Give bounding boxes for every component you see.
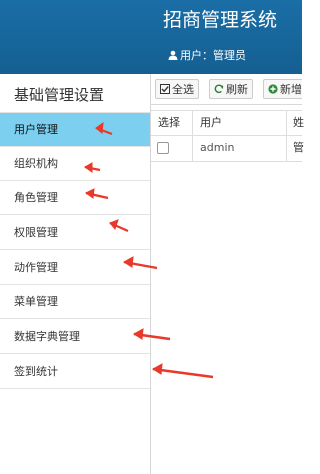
sidebar-item-label: 角色管理 — [14, 191, 58, 204]
row-name-cell: 管 — [293, 141, 304, 154]
column-header-name[interactable]: 姓 — [293, 111, 304, 135]
sidebar: 基础管理设置 用户管理 组织机构 角色管理 权限管理 动作管理 菜单管理 数据字… — [0, 74, 151, 474]
add-button[interactable]: 新增 — [263, 79, 302, 99]
sidebar-item-label: 组织机构 — [14, 157, 58, 170]
sidebar-item-label: 用户管理 — [14, 123, 58, 136]
sidebar-item-menu-management[interactable]: 菜单管理 — [0, 285, 150, 319]
select-all-button[interactable]: 全选 — [155, 79, 199, 99]
table-header: 选择 用户 姓 — [151, 110, 304, 136]
sidebar-title: 基础管理设置 — [0, 74, 150, 113]
plus-circle-icon — [268, 84, 278, 94]
table-row[interactable]: admin 管 — [151, 135, 304, 162]
sidebar-item-permission-management[interactable]: 权限管理 — [0, 216, 150, 250]
row-user-cell: admin — [200, 141, 235, 154]
toolbar: 全选 刷新 新增 — [151, 74, 302, 105]
add-label: 新增 — [280, 83, 302, 96]
checkbox-icon — [160, 84, 170, 94]
sidebar-item-user-management[interactable]: 用户管理 — [0, 113, 150, 147]
sidebar-item-organization[interactable]: 组织机构 — [0, 147, 150, 181]
refresh-icon — [214, 84, 224, 94]
user-icon — [168, 50, 178, 60]
refresh-label: 刷新 — [226, 83, 248, 96]
current-user-label: 用户：管理员 — [180, 49, 246, 62]
sidebar-item-sign-in-stats[interactable]: 签到统计 — [0, 355, 150, 389]
sidebar-item-label: 菜单管理 — [14, 295, 58, 308]
sidebar-item-role-management[interactable]: 角色管理 — [0, 181, 150, 215]
app-title: 招商管理系统 — [163, 9, 278, 31]
select-all-label: 全选 — [172, 83, 194, 96]
sidebar-item-data-dictionary[interactable]: 数据字典管理 — [0, 320, 150, 354]
sidebar-item-label: 动作管理 — [14, 261, 58, 274]
sidebar-item-label: 数据字典管理 — [14, 330, 80, 343]
column-header-user[interactable]: 用户 — [200, 111, 222, 135]
sidebar-item-action-management[interactable]: 动作管理 — [0, 251, 150, 285]
app-header: 招商管理系统 用户：管理员 — [0, 0, 302, 74]
column-header-select[interactable]: 选择 — [158, 111, 180, 135]
main-content: 全选 刷新 新增 选择 用户 姓 admin 管 — [151, 74, 304, 474]
refresh-button[interactable]: 刷新 — [209, 79, 253, 99]
row-checkbox[interactable] — [157, 142, 169, 154]
sidebar-item-label: 签到统计 — [14, 365, 58, 378]
sidebar-item-label: 权限管理 — [14, 226, 58, 239]
current-user: 用户：管理员 — [168, 47, 246, 63]
